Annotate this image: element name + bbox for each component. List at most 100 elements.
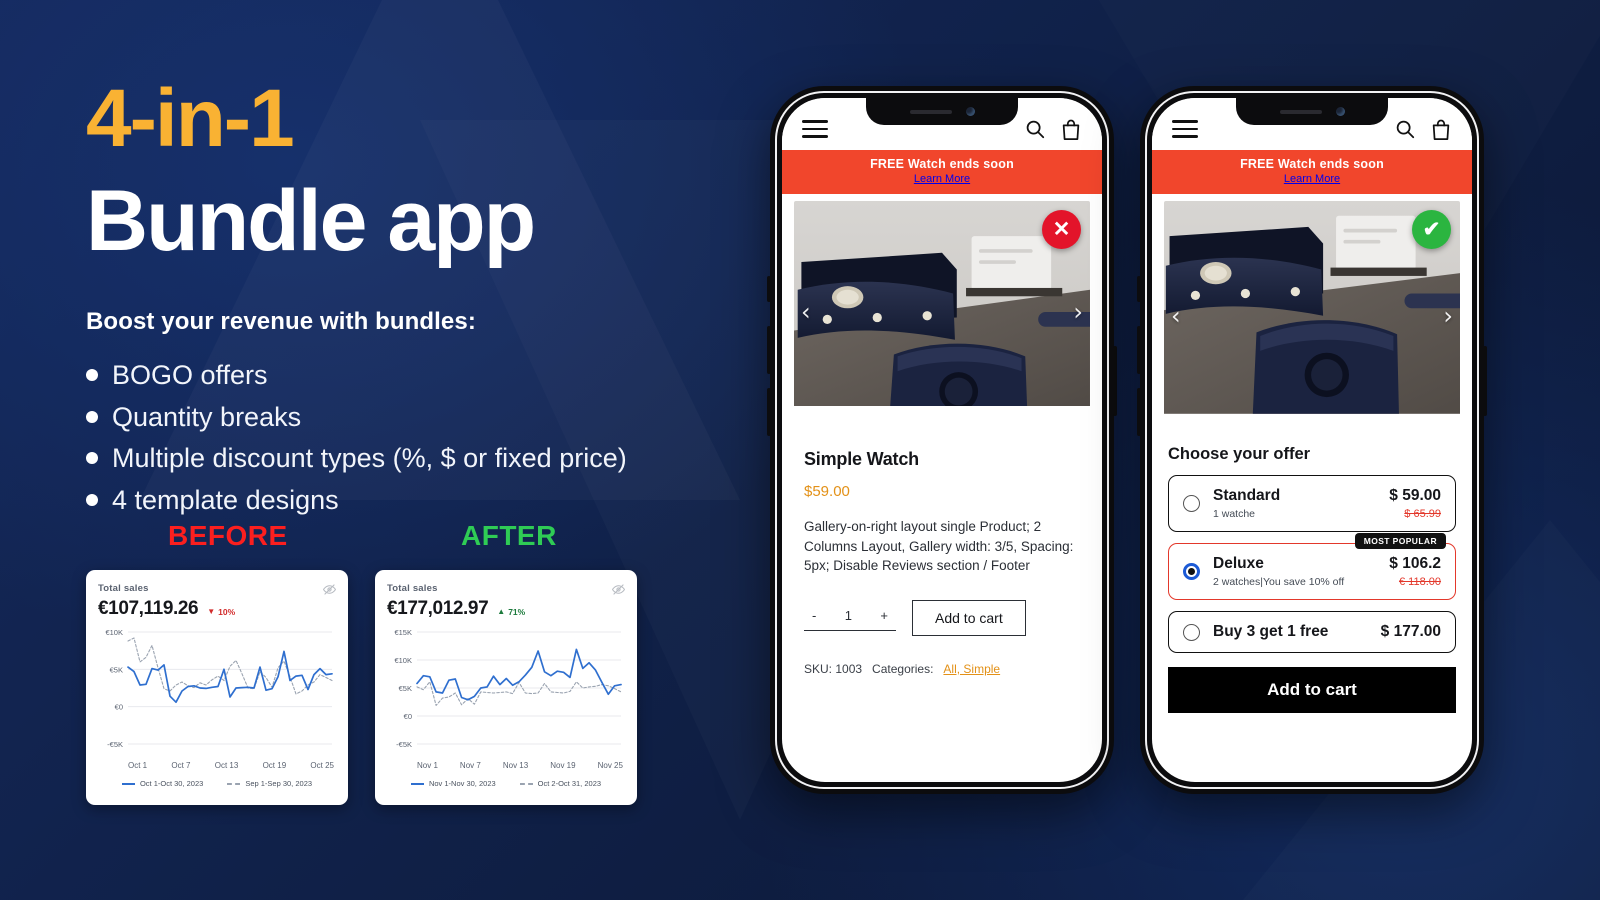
x-tick: Nov 25 (597, 761, 623, 770)
hide-eye-icon[interactable] (323, 583, 336, 596)
caret-up-icon: ▲ (497, 607, 506, 616)
marketing-copy: 4-in-1 Bundle app Boost your revenue wit… (86, 78, 786, 524)
chart-x-axis: Oct 1 Oct 7 Oct 13 Oct 19 Oct 25 (98, 758, 336, 770)
offer-price: $ 106.2 (1389, 555, 1441, 572)
chart-plot-area: €10K €5K €0 -€5K (98, 626, 336, 758)
radio-standard[interactable] (1183, 495, 1200, 512)
most-popular-badge: MOST POPULAR (1354, 533, 1446, 549)
phone-mute-button[interactable] (1137, 276, 1141, 302)
phone-power-button[interactable] (1113, 346, 1117, 416)
quantity-stepper[interactable]: - 1 + (804, 604, 896, 632)
gallery-prev-arrow[interactable]: ‹ (1171, 304, 1181, 328)
search-icon[interactable] (1024, 118, 1046, 140)
chart-card-header: Total sales (387, 583, 625, 596)
phone-screen-after: FREE Watch ends soon Learn More ✔ ‹ › Ch… (1152, 98, 1472, 782)
offer-pricing: $ 59.00 $ 65.99 (1389, 487, 1441, 520)
offer-subtitle: 1 watche (1213, 508, 1256, 520)
feature-label: Quantity breaks (112, 401, 302, 432)
cart-icon[interactable] (1430, 118, 1452, 141)
chart-total-row: €177,012.97 ▲ 71% (387, 598, 625, 620)
promo-banner-right[interactable]: FREE Watch ends soon Learn More (1152, 150, 1472, 194)
gallery-next-arrow[interactable]: › (1073, 300, 1083, 324)
list-item: BOGO offers (86, 358, 786, 393)
phone-volume-down-button[interactable] (1137, 388, 1141, 436)
offer-text: Standard 1 watche (1213, 487, 1280, 520)
quantity-value[interactable]: 1 (845, 608, 852, 623)
quantity-minus-button[interactable]: - (812, 608, 816, 623)
phone-volume-up-button[interactable] (767, 326, 771, 374)
product-gallery-left[interactable]: ✕ ‹ › (794, 201, 1090, 423)
legend-swatch-dashed (227, 782, 241, 785)
promo-title: FREE Watch ends soon (1240, 157, 1384, 171)
x-tick: Oct 1 (128, 761, 148, 770)
phone-notch (1236, 98, 1388, 125)
gallery-prev-arrow[interactable]: ‹ (801, 300, 811, 324)
chart-svg-before: €10K €5K €0 -€5K (105, 628, 333, 749)
comparison-labels: BEFORE AFTER (86, 520, 786, 564)
bullet-dot-icon (86, 410, 98, 423)
offer-name: Standard (1213, 487, 1281, 504)
hide-eye-icon[interactable] (612, 583, 625, 596)
offer-pricing: $ 106.2 € 118.00 (1389, 555, 1441, 588)
chart-svg-after: €15K €10K €5K €0 -€5K (394, 628, 622, 749)
before-after-comparison: BEFORE AFTER Total sales €107,119.26 ▼ 1… (86, 520, 786, 805)
svg-text:-€5K: -€5K (396, 740, 412, 749)
add-to-cart-button[interactable]: Add to cart (912, 599, 1026, 636)
categories-links[interactable]: All, Simple (943, 662, 1000, 676)
promo-learn-more-link[interactable]: Learn More (782, 173, 1102, 185)
phone-volume-up-button[interactable] (1137, 326, 1141, 374)
gallery-next-arrow[interactable]: › (1443, 304, 1453, 328)
status-badge-selected[interactable]: ✔ (1412, 210, 1451, 249)
phone-mute-button[interactable] (767, 276, 771, 302)
offer-option-buy3[interactable]: Buy 3 get 1 free $ 177.00 (1168, 611, 1456, 653)
chart-delta-badge: ▲ 71% (497, 607, 525, 617)
chart-delta-badge: ▼ 10% (207, 607, 235, 617)
svg-text:-€5K: -€5K (107, 740, 123, 749)
offer-old-price: $ 65.99 (1404, 508, 1441, 520)
offer-name: Deluxe (1213, 555, 1264, 572)
product-description: Gallery-on-right layout single Product; … (804, 519, 1074, 574)
purchase-row: - 1 + Add to cart (804, 599, 1080, 636)
offer-body: Standard 1 watche $ 59.00 $ 65.99 (1213, 487, 1441, 520)
search-icon[interactable] (1394, 118, 1416, 140)
radio-deluxe[interactable] (1183, 563, 1200, 580)
svg-text:€0: €0 (115, 703, 123, 712)
chart-plot-area: €15K €10K €5K €0 -€5K (387, 626, 625, 758)
add-to-cart-button[interactable]: Add to cart (1168, 667, 1456, 713)
chart-card-before: Total sales €107,119.26 ▼ 10% €10K €5K €… (86, 570, 348, 805)
promo-banner-left[interactable]: FREE Watch ends soon Learn More (782, 150, 1102, 194)
quantity-plus-button[interactable]: + (880, 608, 888, 623)
svg-text:€0: €0 (404, 712, 412, 721)
header-actions (1024, 118, 1082, 141)
hamburger-icon[interactable] (1172, 120, 1198, 138)
cart-icon[interactable] (1060, 118, 1082, 141)
phone-power-button[interactable] (1483, 346, 1487, 416)
page-title-primary: 4-in-1 (86, 73, 295, 164)
offer-price: $ 59.00 (1389, 487, 1441, 504)
chart-delta-value: 10% (218, 607, 236, 617)
product-details: Simple Watch $59.00 Gallery-on-right lay… (782, 423, 1102, 676)
list-item: Quantity breaks (86, 400, 786, 435)
sku-label: SKU: 1003 (804, 661, 863, 676)
offer-option-deluxe[interactable]: MOST POPULAR Deluxe 2 watches|You save 1… (1168, 533, 1456, 600)
chart-card-header: Total sales (98, 583, 336, 596)
hamburger-icon[interactable] (802, 120, 828, 138)
radio-buy3[interactable] (1183, 623, 1200, 641)
chart-cards: Total sales €107,119.26 ▼ 10% €10K €5K €… (86, 570, 786, 805)
offer-body: Deluxe 2 watches|You save 10% off $ 106.… (1213, 555, 1441, 588)
status-badge-remove[interactable]: ✕ (1042, 210, 1081, 249)
phone-volume-down-button[interactable] (767, 388, 771, 436)
offer-option-standard[interactable]: Standard 1 watche $ 59.00 $ 65.99 (1168, 475, 1456, 532)
legend-label: Oct 2-Oct 31, 2023 (537, 779, 602, 788)
phone-mockup-after: FREE Watch ends soon Learn More ✔ ‹ › Ch… (1137, 86, 1487, 794)
front-camera-icon (965, 107, 975, 116)
promo-learn-more-link[interactable]: Learn More (1152, 173, 1472, 185)
bullet-dot-icon (86, 493, 98, 506)
chart-delta-value: 71% (508, 607, 526, 617)
chart-title: Total sales (387, 583, 438, 594)
legend-label: Sep 1-Sep 30, 2023 (245, 779, 313, 788)
after-label: AFTER (461, 520, 557, 551)
phone-mockup-before: FREE Watch ends soon Learn More ✕ ‹ › Si… (767, 86, 1117, 794)
product-gallery-right[interactable]: ✔ ‹ › (1164, 201, 1460, 431)
caret-down-icon: ▼ (207, 607, 216, 616)
